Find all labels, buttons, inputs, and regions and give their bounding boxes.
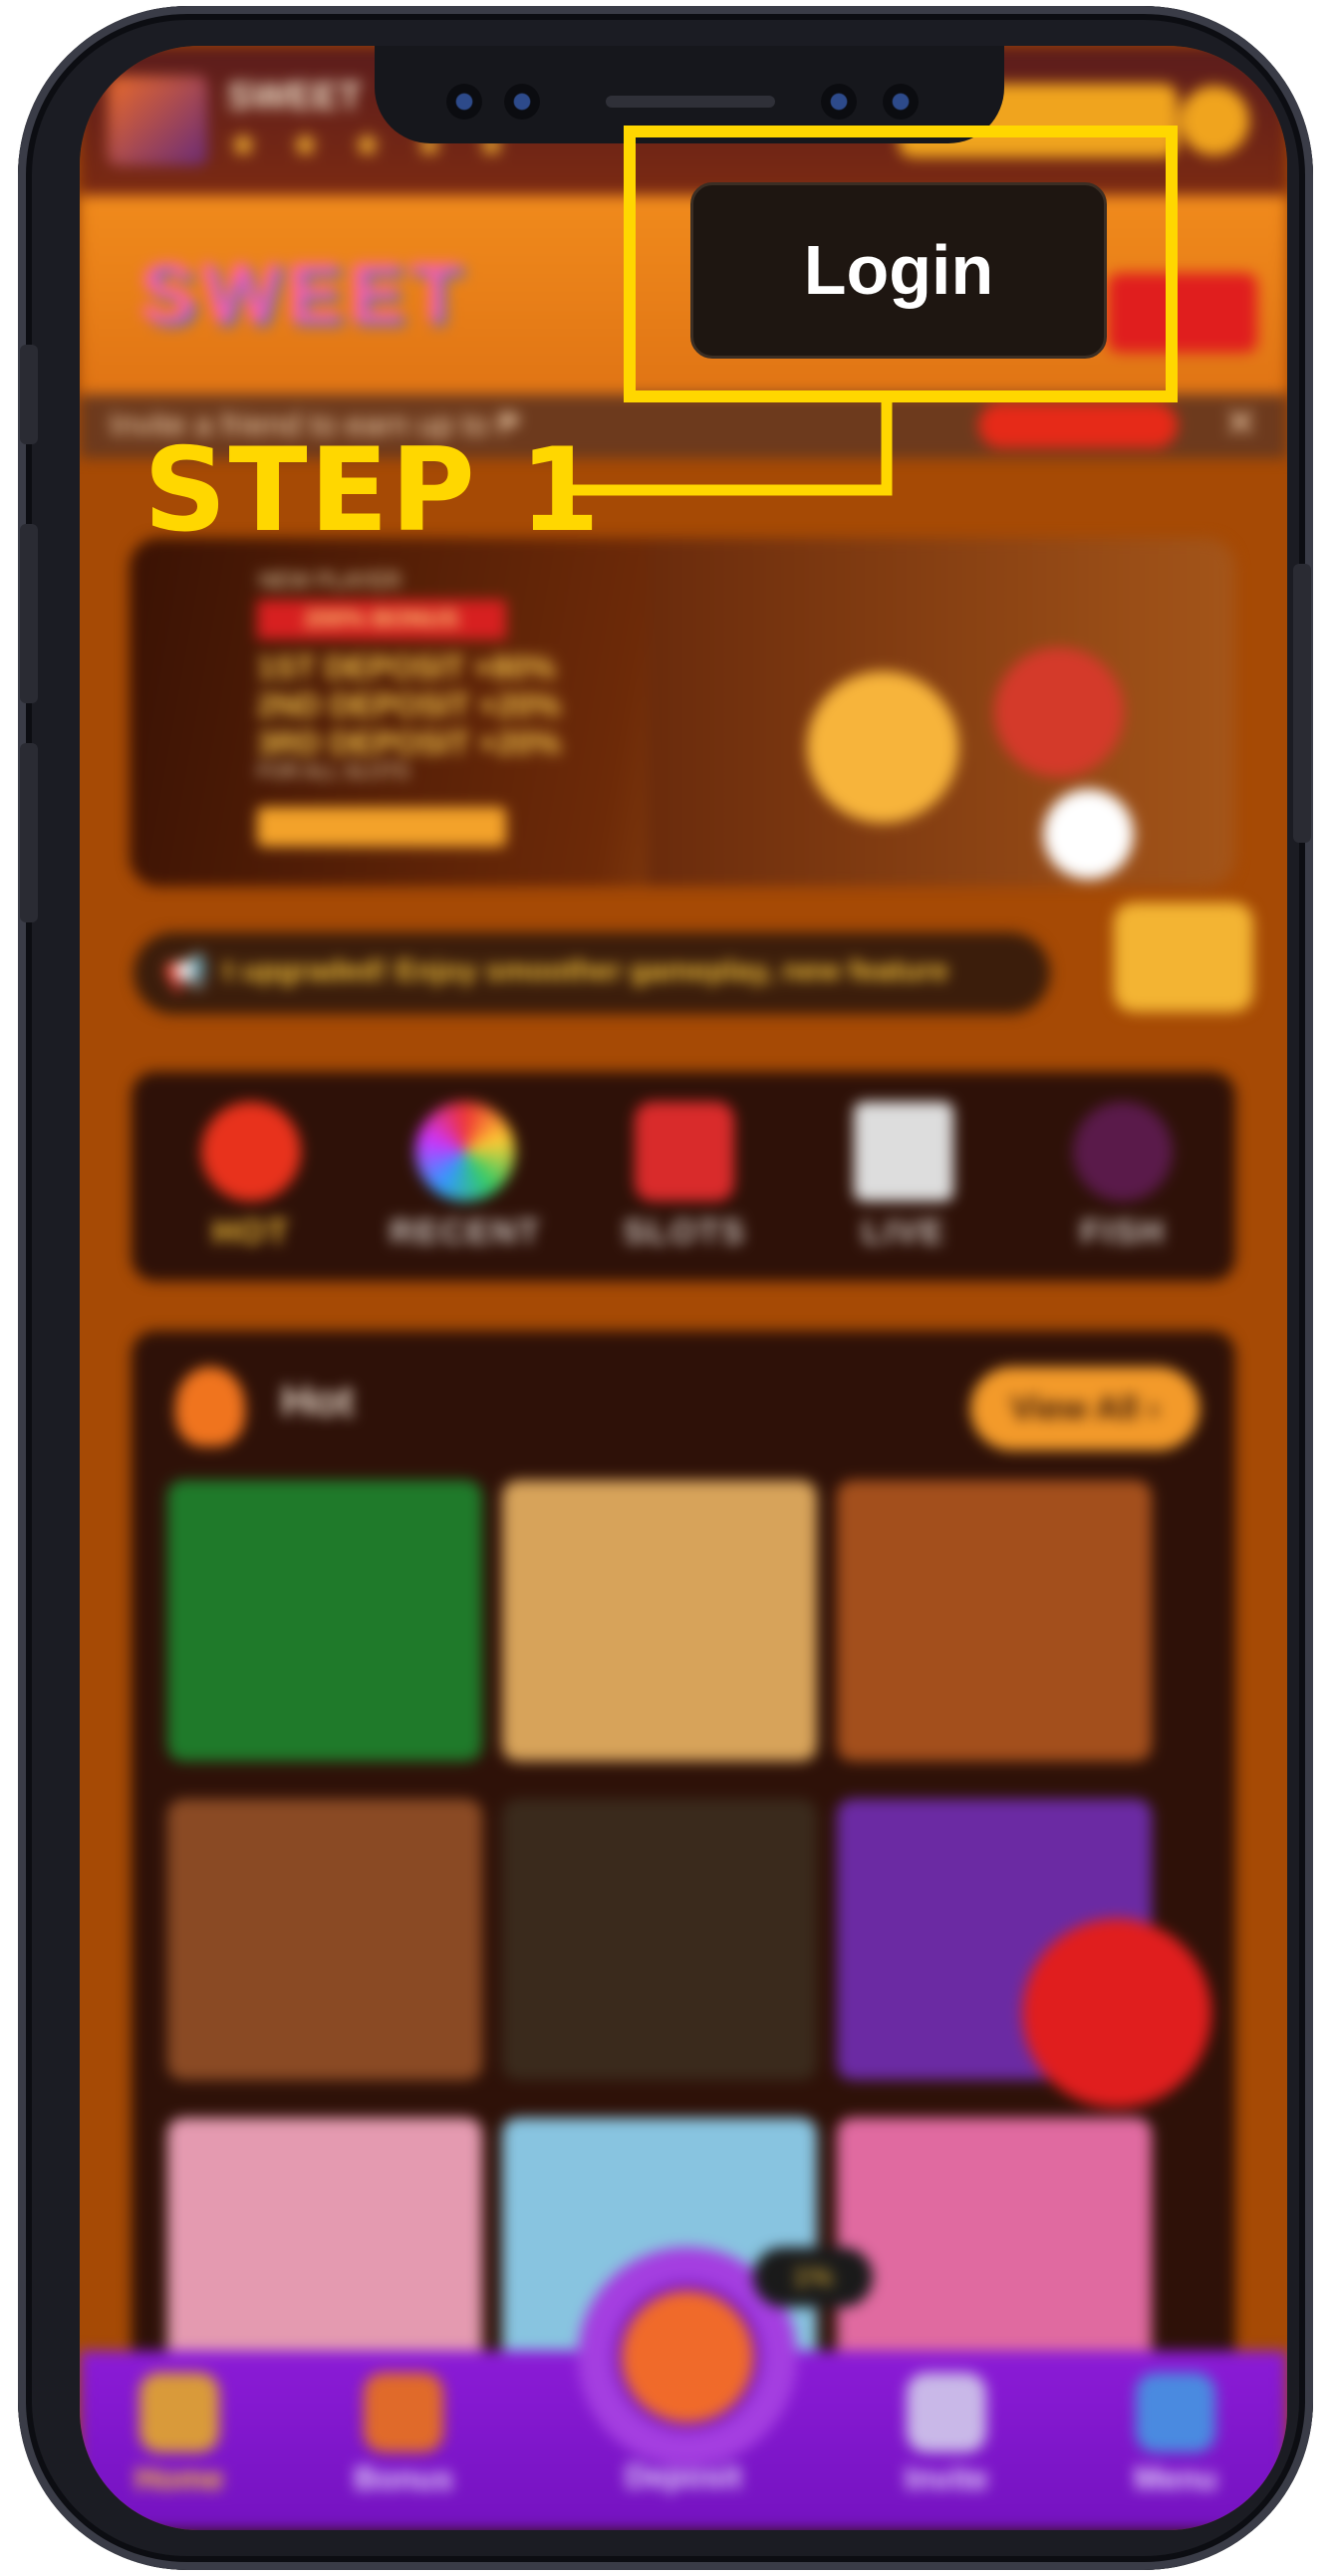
- category-label: SLOTS: [623, 1213, 746, 1251]
- gift-icon: [364, 2373, 443, 2452]
- sensor-icon: [883, 84, 919, 120]
- category-fish[interactable]: FISH: [1023, 1102, 1222, 1252]
- speaker-grille: [606, 96, 775, 108]
- mute-switch: [20, 345, 38, 444]
- game-tile[interactable]: [167, 1480, 482, 1761]
- category-label: HOT: [212, 1213, 290, 1251]
- megaphone-icon: 📢: [163, 952, 208, 993]
- home-icon: [139, 2373, 219, 2452]
- category-hot[interactable]: HOT: [151, 1102, 351, 1252]
- category-label: FISH: [1080, 1213, 1166, 1251]
- volume-up-button: [20, 524, 38, 703]
- deposit-percent-badge: 1%: [753, 2247, 873, 2307]
- download-icon[interactable]: [1180, 86, 1249, 155]
- game-tile[interactable]: [837, 1480, 1152, 1761]
- category-live[interactable]: LIVE: [804, 1102, 1003, 1252]
- camera-icon: [504, 84, 540, 120]
- wheel-icon: [415, 1102, 515, 1201]
- promo-all-slots: FOR ALL SLOTS: [257, 761, 409, 783]
- announcement-marquee: 📢 t upgraded! Enjoy smoother gameplay, n…: [133, 932, 1050, 1014]
- nav-menu[interactable]: Menu: [1076, 2373, 1275, 2497]
- invite-button[interactable]: [978, 402, 1178, 448]
- site-logo[interactable]: SWEET: [139, 245, 467, 342]
- game-tile[interactable]: [167, 1799, 482, 2080]
- app-download-badge[interactable]: [1114, 902, 1253, 1012]
- nav-home[interactable]: Home: [80, 2373, 279, 2497]
- flame-icon: [175, 1367, 245, 1446]
- nav-invite[interactable]: Invite: [847, 2373, 1046, 2497]
- fishing-icon: [1073, 1102, 1173, 1201]
- promo-artwork: [648, 538, 1235, 887]
- app-install-title: SWEET: [227, 76, 363, 118]
- slot-machine-icon: [635, 1102, 734, 1201]
- cards-icon: [854, 1102, 953, 1201]
- section-title: Hot: [281, 1377, 355, 1425]
- blurred-app-content: SWEET ★ ★ ★ ★ ★ SWEET Invite a friend to…: [80, 46, 1287, 2530]
- view-all-button[interactable]: View All ›: [970, 1367, 1199, 1450]
- category-recent[interactable]: RECENT: [366, 1102, 565, 1252]
- nav-bonus[interactable]: Bonus: [304, 2373, 503, 2497]
- power-button: [1293, 564, 1311, 843]
- promo-banner[interactable]: NEW PLAYER 200% BONUS 1ST DEPOSIT +80% 2…: [130, 538, 1235, 887]
- nav-label: Home: [134, 2460, 224, 2496]
- promo-line: 1ST DEPOSIT +80%: [257, 649, 556, 685]
- marquee-text: t upgraded! Enjoy smoother gameplay, new…: [223, 954, 948, 987]
- category-label: LIVE: [862, 1213, 945, 1251]
- invite-icon: [907, 2373, 986, 2452]
- category-label: RECENT: [390, 1213, 541, 1251]
- sensor-icon: [446, 84, 482, 120]
- promo-line: 3RD DEPOSIT +20%: [257, 725, 561, 761]
- game-tile[interactable]: [502, 1480, 817, 1761]
- category-slots[interactable]: SLOTS: [585, 1102, 784, 1252]
- login-button[interactable]: Login: [690, 182, 1107, 359]
- chat-icon[interactable]: [1022, 1919, 1211, 2108]
- nav-label: Invite: [905, 2460, 988, 2496]
- menu-icon: [1136, 2373, 1215, 2452]
- nav-label: Bonus: [354, 2460, 453, 2496]
- volume-down-button: [20, 743, 38, 922]
- nav-label: Menu: [1134, 2460, 1217, 2496]
- sensor-icon: [821, 84, 857, 120]
- promo-deposit-button[interactable]: [257, 807, 506, 847]
- close-icon[interactable]: ✕: [1223, 400, 1257, 446]
- category-bar: HOT RECENT SLOTS LIVE FISH: [132, 1072, 1235, 1281]
- promo-line: 2ND DEPOSIT +20%: [257, 687, 561, 723]
- flame-icon: [201, 1102, 301, 1201]
- promo-bonus-tag: 200% BONUS: [257, 600, 506, 640]
- step-label: STEP 1: [143, 423, 603, 558]
- promo-new-player: NEW PLAYER: [259, 568, 401, 593]
- phone-screen: SWEET ★ ★ ★ ★ ★ SWEET Invite a friend to…: [80, 46, 1287, 2530]
- game-tile[interactable]: [502, 1799, 817, 2080]
- app-thumbnail: [108, 76, 207, 165]
